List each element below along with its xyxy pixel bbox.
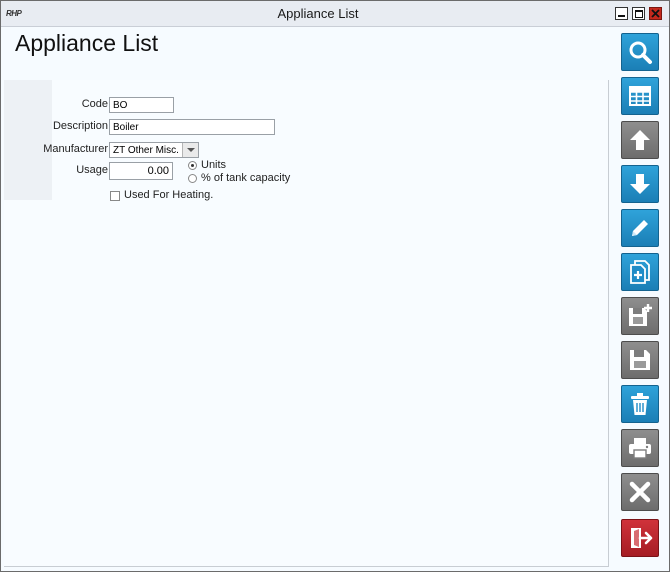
used-for-heating-checkbox[interactable] (110, 191, 120, 201)
search-button[interactable] (621, 33, 659, 71)
appliance-list-window: RHP Appliance List Appliance List Code B… (0, 0, 670, 572)
new-document-icon (630, 260, 650, 284)
close-window-button[interactable] (649, 7, 662, 20)
cancel-button[interactable] (621, 473, 659, 511)
edit-button[interactable] (621, 209, 659, 247)
maximize-button[interactable] (632, 7, 645, 20)
new-record-button[interactable] (621, 253, 659, 291)
table-view-button[interactable] (621, 77, 659, 115)
save-icon (630, 350, 650, 370)
title-bar[interactable]: RHP Appliance List (1, 1, 669, 27)
save-plus-icon (629, 304, 652, 326)
move-down-button[interactable] (621, 165, 659, 203)
chevron-down-icon (186, 148, 195, 152)
close-x-icon (629, 481, 651, 503)
code-label: Code (81, 98, 108, 110)
print-button[interactable] (621, 429, 659, 467)
units-radio[interactable] (188, 161, 197, 170)
minimize-icon (618, 15, 625, 17)
manufacturer-dropdown-button[interactable] (182, 143, 198, 157)
trash-icon (631, 393, 649, 415)
save-button[interactable] (621, 341, 659, 379)
arrow-up-icon (630, 130, 650, 150)
tank-capacity-radio-label: % of tank capacity (201, 172, 291, 184)
action-toolbar (614, 27, 669, 569)
maximize-icon (634, 9, 643, 18)
units-radio-label: Units (201, 159, 227, 171)
arrow-down-icon (630, 174, 650, 194)
usage-field[interactable]: 0.00 (109, 162, 173, 180)
description-field[interactable]: Boiler (109, 119, 275, 135)
manufacturer-label: Manufacturer (43, 143, 108, 155)
minimize-button[interactable] (615, 7, 628, 20)
printer-icon (629, 438, 651, 459)
tank-capacity-radio[interactable] (188, 174, 197, 183)
manufacturer-value: ZT Other Misc. (113, 145, 179, 156)
code-field[interactable]: BO (109, 97, 174, 113)
exit-icon (631, 528, 653, 548)
usage-label: Usage (76, 164, 108, 176)
exit-button[interactable] (621, 519, 659, 557)
close-icon (651, 9, 660, 18)
save-new-button[interactable] (621, 297, 659, 335)
main-content: Appliance List Code BO Description Boile… (4, 27, 612, 569)
table-icon (629, 86, 651, 106)
pencil-icon (632, 220, 648, 236)
used-for-heating-label: Used For Heating. (124, 189, 214, 201)
window-title: Appliance List (277, 6, 359, 21)
move-up-button[interactable] (621, 121, 659, 159)
search-icon (629, 41, 652, 64)
manufacturer-select[interactable]: ZT Other Misc. (109, 142, 199, 158)
page-title: Appliance List (15, 30, 159, 56)
form-panel: Code BO Description Boiler Manufacturer … (4, 80, 609, 567)
description-label: Description (52, 120, 108, 132)
delete-button[interactable] (621, 385, 659, 423)
